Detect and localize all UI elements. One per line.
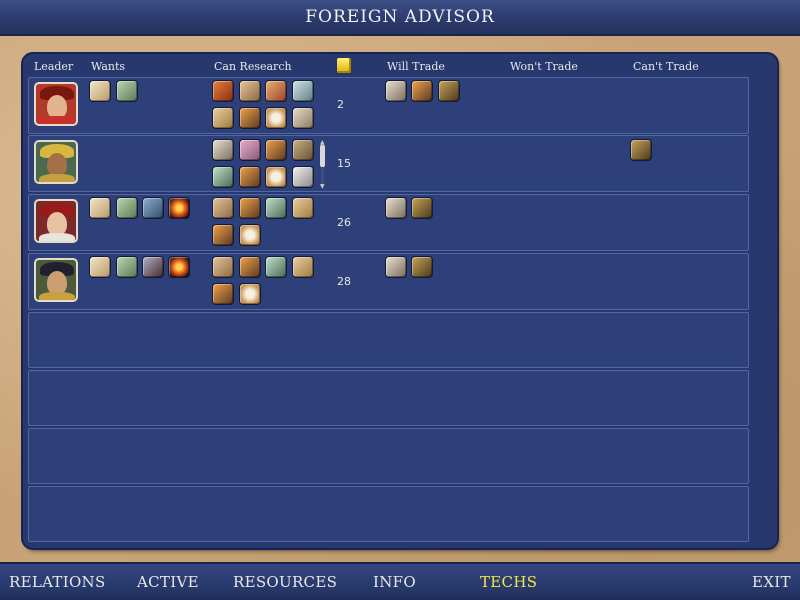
compass-icon[interactable] — [239, 283, 261, 305]
tech-icon[interactable] — [292, 107, 314, 129]
empty-row — [28, 370, 749, 426]
tech-icon[interactable] — [265, 197, 287, 219]
nav-relations[interactable]: RELATIONS — [9, 573, 106, 591]
tech-icon[interactable] — [142, 256, 164, 278]
leader-gold-1: 2 — [337, 98, 344, 111]
trade-agreement-icon[interactable] — [89, 80, 111, 102]
tech-icon[interactable] — [265, 80, 287, 102]
header-will-trade: Will Trade — [387, 60, 445, 73]
nav-exit[interactable]: EXIT — [752, 573, 791, 591]
gold-icon[interactable] — [116, 256, 138, 278]
nav-info[interactable]: INFO — [373, 573, 416, 591]
abacus-icon[interactable] — [438, 80, 460, 102]
header-leader: Leader — [34, 60, 74, 73]
scrollbar-thumb[interactable] — [320, 145, 325, 167]
header-wont-trade: Won't Trade — [510, 60, 578, 73]
tech-icon[interactable] — [292, 256, 314, 278]
scroll-up-icon[interactable]: ▲ — [320, 139, 325, 146]
empty-row — [28, 428, 749, 484]
abacus-icon[interactable] — [411, 256, 433, 278]
tech-icon[interactable] — [239, 166, 261, 188]
tech-icon[interactable] — [385, 256, 407, 278]
trade-agreement-icon[interactable] — [89, 197, 111, 219]
nav-techs[interactable]: TECHS — [480, 573, 537, 591]
title-bar: FOREIGN ADVISOR — [0, 0, 800, 36]
gold-icon[interactable] — [116, 197, 138, 219]
tech-icon[interactable] — [239, 256, 261, 278]
nav-resources[interactable]: RESOURCES — [233, 573, 337, 591]
tech-icon[interactable] — [142, 197, 164, 219]
abacus-icon[interactable] — [411, 197, 433, 219]
leader-portrait-3[interactable] — [34, 199, 78, 243]
tech-icon[interactable] — [265, 256, 287, 278]
tech-icon[interactable] — [239, 80, 261, 102]
compass-icon[interactable] — [265, 107, 287, 129]
tech-icon[interactable] — [292, 80, 314, 102]
nav-active[interactable]: ACTIVE — [137, 573, 199, 591]
leader-portrait-2[interactable] — [34, 140, 78, 184]
tech-icon[interactable] — [212, 107, 234, 129]
gold-coin-icon — [337, 58, 351, 73]
compass-icon[interactable] — [239, 224, 261, 246]
gold-icon[interactable] — [116, 80, 138, 102]
tech-icon[interactable] — [385, 197, 407, 219]
tech-icon[interactable] — [292, 139, 314, 161]
leader-portrait-4[interactable] — [34, 258, 78, 302]
research-scrollbar[interactable]: ▲ ▼ — [320, 139, 325, 190]
trade-agreement-icon[interactable] — [89, 256, 111, 278]
scroll-down-icon[interactable]: ▼ — [320, 183, 325, 190]
header-cant-trade: Can't Trade — [633, 60, 699, 73]
leader-gold-4: 28 — [337, 275, 351, 288]
empty-row — [28, 312, 749, 368]
empty-row — [28, 486, 749, 542]
header-wants: Wants — [91, 60, 126, 73]
fire-icon[interactable] — [168, 256, 190, 278]
leader-gold-3: 26 — [337, 216, 351, 229]
tech-icon[interactable] — [212, 139, 234, 161]
tech-icon[interactable] — [411, 80, 433, 102]
tech-icon[interactable] — [385, 80, 407, 102]
tech-icon[interactable] — [212, 256, 234, 278]
tech-icon[interactable] — [212, 80, 234, 102]
tech-icon[interactable] — [212, 283, 234, 305]
tech-icon[interactable] — [292, 197, 314, 219]
fire-icon[interactable] — [168, 197, 190, 219]
tech-icon[interactable] — [239, 107, 261, 129]
header-can-research: Can Research — [214, 60, 292, 73]
tech-icon[interactable] — [292, 166, 314, 188]
tech-icon[interactable] — [212, 166, 234, 188]
tech-icon[interactable] — [212, 197, 234, 219]
tech-icon[interactable] — [239, 139, 261, 161]
tech-icon[interactable] — [212, 224, 234, 246]
compass-icon[interactable] — [265, 166, 287, 188]
window-title: FOREIGN ADVISOR — [305, 7, 495, 27]
tech-icon[interactable] — [239, 197, 261, 219]
leader-gold-2: 15 — [337, 157, 351, 170]
tech-icon[interactable] — [265, 139, 287, 161]
leader-portrait-1[interactable] — [34, 82, 78, 126]
abacus-icon[interactable] — [630, 139, 652, 161]
bottom-nav: RELATIONS ACTIVE RESOURCES INFO TECHS EX… — [0, 562, 800, 600]
